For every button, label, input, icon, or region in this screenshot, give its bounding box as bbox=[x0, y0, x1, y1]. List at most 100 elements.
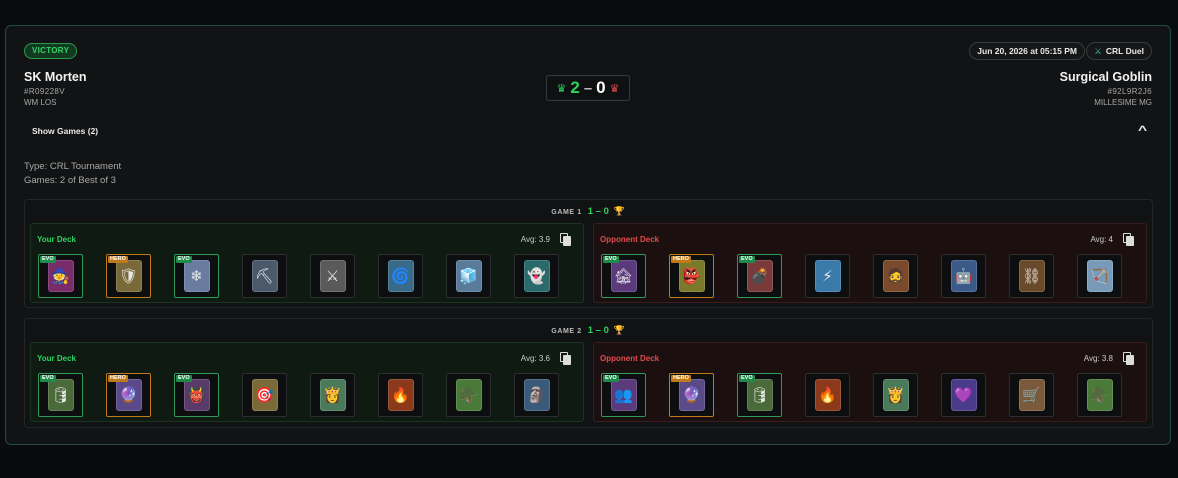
cannon-card[interactable]: 🎯 bbox=[242, 373, 287, 417]
evo-badge: EVO bbox=[603, 256, 619, 263]
miner-card[interactable]: ⛏ bbox=[242, 254, 287, 298]
electro-spirit-card-icon: 💜 bbox=[950, 379, 977, 411]
tornado-card[interactable]: 🌀 bbox=[378, 254, 423, 298]
opponent-deck: Opponent Deck Avg: 3.8 EVO 👥 HERO 🔮 EVO 🛢 🔥 👸 💜 🛒… bbox=[593, 342, 1147, 422]
trophy-icon: 🏆 bbox=[613, 206, 626, 216]
fireball-card-icon: 🔥 bbox=[387, 379, 414, 411]
goblin-gang-card[interactable]: EVO 👥 bbox=[601, 373, 646, 417]
opponent-score: 0 bbox=[596, 78, 606, 97]
evo-badge: EVO bbox=[40, 375, 56, 382]
evo-badge: EVO bbox=[176, 256, 192, 263]
crown-green-icon: ♛ bbox=[556, 82, 567, 95]
evo-badge: EVO bbox=[176, 375, 192, 382]
giant-card[interactable]: 🧔 bbox=[873, 254, 918, 298]
miner-card-icon: ⛏ bbox=[251, 260, 278, 292]
ice-golem-card-icon: 🗿 bbox=[523, 379, 550, 411]
mega-knight-card[interactable]: ⚔ bbox=[310, 254, 355, 298]
witch-card-icon: 🧙 bbox=[47, 260, 74, 292]
hero-wizard-card[interactable]: HERO 🔮 bbox=[669, 373, 714, 417]
goblin-barrel-card[interactable]: EVO 🛢 bbox=[38, 373, 83, 417]
avg-elixir: Avg: 3.9 bbox=[520, 235, 550, 244]
goblins-card[interactable]: 🪖 bbox=[446, 373, 491, 417]
electro-giant-card-icon: 🤖 bbox=[950, 260, 977, 292]
goblin-giant-card[interactable]: EVO 👹 bbox=[174, 373, 219, 417]
cannon-cart-card[interactable]: 🛒 bbox=[1009, 373, 1054, 417]
evo-badge: EVO bbox=[739, 375, 755, 382]
spirit-card[interactable]: 👻 bbox=[514, 254, 559, 298]
hero-wizard-card-icon: 🔮 bbox=[678, 379, 705, 411]
princess-card[interactable]: 👸 bbox=[310, 373, 355, 417]
crown-red-icon: ♛ bbox=[609, 82, 620, 95]
match-card: VICTORY Jun 20, 2026 at 05:15 PM ⚔ CRL Du… bbox=[5, 25, 1171, 445]
hero-wizard-card[interactable]: HERO 🔮 bbox=[106, 373, 151, 417]
princess-card[interactable]: 👸 bbox=[873, 373, 918, 417]
arrows-card[interactable]: 🏹 bbox=[1077, 254, 1122, 298]
goblins-card-icon: 🪖 bbox=[1086, 379, 1113, 411]
ice-golem-card[interactable]: 🗿 bbox=[514, 373, 559, 417]
fireball-card-icon: 🔥 bbox=[814, 379, 841, 411]
electro-giant-card[interactable]: 🤖 bbox=[941, 254, 986, 298]
electro-spirit-card[interactable]: 💜 bbox=[941, 373, 986, 417]
hero-badge: HERO bbox=[671, 256, 691, 263]
player-name[interactable]: SK Morten bbox=[24, 70, 87, 84]
princess-card-icon: 👸 bbox=[882, 379, 909, 411]
copy-icon[interactable] bbox=[560, 352, 571, 365]
chevron-up-icon[interactable]: ^ bbox=[1138, 123, 1147, 137]
goblin-drill-card-icon: ⛓ bbox=[1018, 260, 1045, 292]
avg-elixir: Avg: 4 bbox=[1090, 235, 1113, 244]
crossed-swords-icon: ⚔ bbox=[1094, 46, 1102, 56]
goblin-drill-card[interactable]: ⛓ bbox=[1009, 254, 1054, 298]
goblin-hut-card[interactable]: EVO 🏚 bbox=[601, 254, 646, 298]
match-score: ♛ 2 – 0 ♛ bbox=[546, 75, 630, 101]
bomb-tower-card[interactable]: EVO 💣 bbox=[737, 254, 782, 298]
player-clan: WM LOS bbox=[24, 98, 57, 107]
opponent-tag: #92L9R2J6 bbox=[1107, 87, 1152, 96]
arrows-card-icon: 🏹 bbox=[1086, 260, 1113, 292]
ice-spirit-card[interactable]: EVO ❄ bbox=[174, 254, 219, 298]
fireball-card[interactable]: 🔥 bbox=[805, 373, 850, 417]
game-panel-2: GAME 21 – 0 🏆 Your Deck Avg: 3.6 EVO 🛢 HERO… bbox=[24, 318, 1153, 428]
copy-icon[interactable] bbox=[1123, 352, 1134, 365]
your-deck: Your Deck Avg: 3.6 EVO 🛢 HERO 🔮 EVO 👹 🎯 👸 🔥 🪖 🗿 bbox=[30, 342, 584, 422]
deck-label: Opponent Deck bbox=[600, 354, 660, 363]
fireball-card[interactable]: 🔥 bbox=[378, 373, 423, 417]
copy-icon[interactable] bbox=[1123, 233, 1134, 246]
player-tag: #R09228V bbox=[24, 87, 66, 96]
tornado-card-icon: 🌀 bbox=[387, 260, 414, 292]
match-date: Jun 20, 2026 at 05:15 PM bbox=[969, 42, 1085, 60]
show-games-toggle[interactable]: Show Games (2) bbox=[32, 126, 98, 136]
evo-badge: EVO bbox=[603, 375, 619, 382]
zap-card-icon: ⚡ bbox=[814, 260, 841, 292]
game-score: 1 – 0 bbox=[587, 325, 609, 336]
opponent-name[interactable]: Surgical Goblin bbox=[1060, 70, 1152, 84]
cannon-card-icon: 🎯 bbox=[251, 379, 278, 411]
hero-knight-card[interactable]: HERO 🛡 bbox=[106, 254, 151, 298]
hero-goblin-card-icon: 👺 bbox=[678, 260, 705, 292]
games-count: Games: 2 of Best of 3 bbox=[24, 175, 116, 186]
avg-elixir: Avg: 3.8 bbox=[1083, 354, 1113, 363]
match-type: Type: CRL Tournament bbox=[24, 161, 122, 172]
hero-goblin-card[interactable]: HERO 👺 bbox=[669, 254, 714, 298]
victory-badge: VICTORY bbox=[24, 43, 78, 59]
ice-wizard-card[interactable]: 🧊 bbox=[446, 254, 491, 298]
hero-badge: HERO bbox=[671, 375, 691, 382]
deck-label: Your Deck bbox=[37, 235, 76, 244]
opponent-deck: Opponent Deck Avg: 4 EVO 🏚 HERO 👺 EVO 💣 ⚡ 🧔 🤖 ⛓ 🏹 bbox=[593, 223, 1147, 303]
goblins-card[interactable]: 🪖 bbox=[1077, 373, 1122, 417]
game-header: GAME 2 1 – 0 🏆 bbox=[25, 325, 1152, 336]
player-score: 2 bbox=[570, 78, 580, 97]
ice-spirit-card-icon: ❄ bbox=[183, 260, 210, 292]
deck-label: Opponent Deck bbox=[600, 235, 660, 244]
goblin-barrel-card[interactable]: EVO 🛢 bbox=[737, 373, 782, 417]
avg-elixir: Avg: 3.6 bbox=[520, 354, 550, 363]
cannon-cart-card-icon: 🛒 bbox=[1018, 379, 1045, 411]
bomb-tower-card-icon: 💣 bbox=[746, 260, 773, 292]
card-list: EVO 🏚 HERO 👺 EVO 💣 ⚡ 🧔 🤖 ⛓ 🏹 bbox=[601, 254, 1122, 298]
witch-card[interactable]: EVO 🧙 bbox=[38, 254, 83, 298]
hero-badge: HERO bbox=[108, 256, 128, 263]
trophy-icon: 🏆 bbox=[613, 325, 626, 335]
zap-card[interactable]: ⚡ bbox=[805, 254, 850, 298]
card-list: EVO 🛢 HERO 🔮 EVO 👹 🎯 👸 🔥 🪖 🗿 bbox=[38, 373, 559, 417]
copy-icon[interactable] bbox=[560, 233, 571, 246]
game-header: GAME 1 1 – 0 🏆 bbox=[25, 206, 1152, 217]
